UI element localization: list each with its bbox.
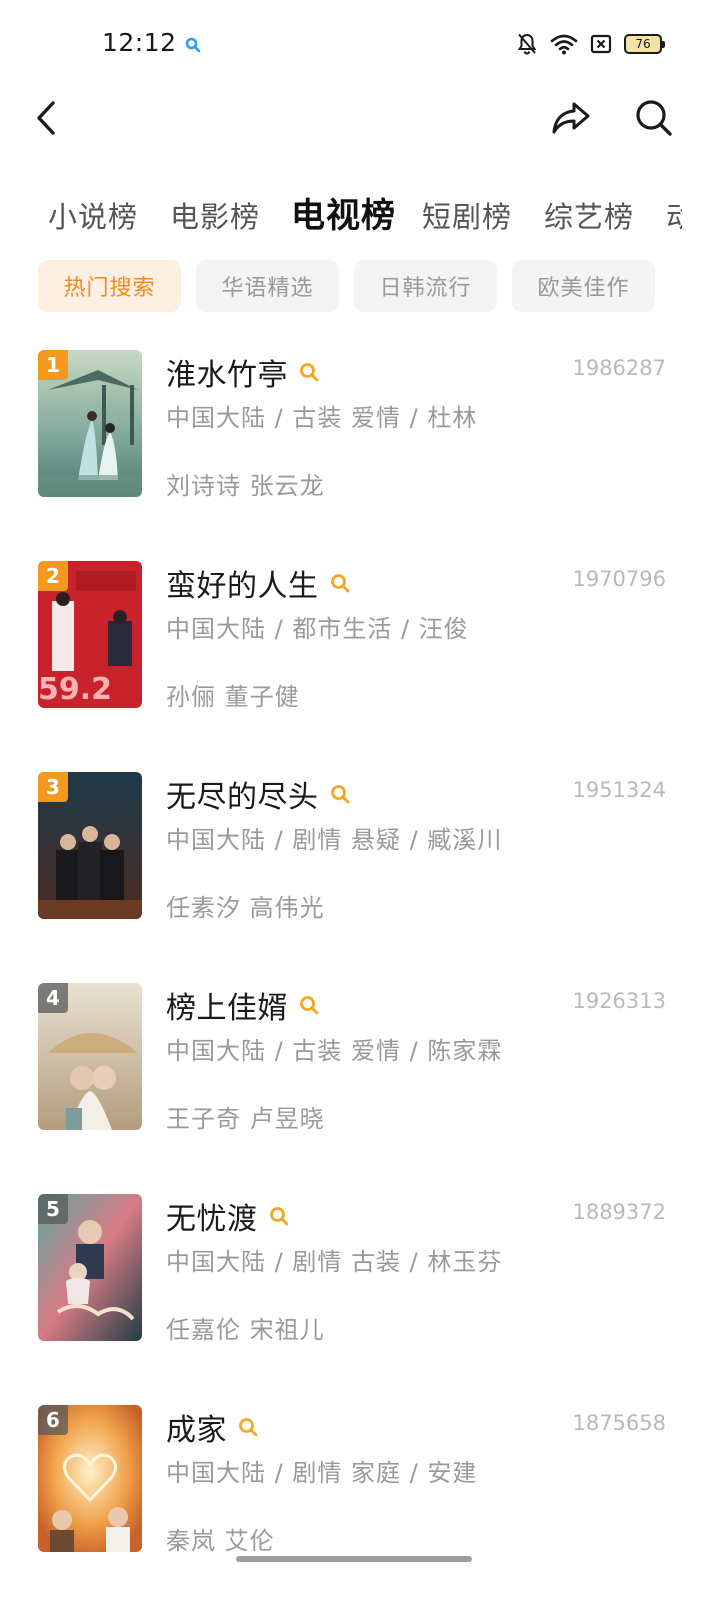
item-title[interactable]: 成家 xyxy=(166,1405,259,1449)
tab-anime[interactable]: 动 xyxy=(666,194,682,236)
item-cast: 王子奇 卢昱晓 xyxy=(166,1105,325,1133)
search-icon[interactable] xyxy=(298,361,320,383)
item-title-text: 榜上佳婿 xyxy=(166,991,288,1026)
item-title[interactable]: 榜上佳婿 xyxy=(166,983,320,1027)
back-button[interactable] xyxy=(26,96,66,140)
chip-hot-search[interactable]: 热门搜索 xyxy=(38,260,181,312)
search-icon xyxy=(185,37,201,53)
ranking-tabs: 小说榜 电影榜 电视榜 短剧榜 综艺榜 动 xyxy=(0,188,682,244)
search-icon xyxy=(636,100,672,136)
battery-level: 76 xyxy=(635,37,651,51)
item-title[interactable]: 无忧渡 xyxy=(166,1194,290,1238)
search-icon[interactable] xyxy=(298,994,320,1016)
heat-score: 1875658 xyxy=(572,1411,666,1435)
battery-icon: 76 xyxy=(624,34,665,54)
poster-image[interactable]: 6 xyxy=(38,1405,142,1552)
rank-badge: 1 xyxy=(38,350,68,380)
back-icon xyxy=(37,101,55,135)
search-icon[interactable] xyxy=(237,1416,259,1438)
search-button[interactable] xyxy=(632,96,676,140)
share-icon xyxy=(552,102,590,134)
item-title-text: 无忧渡 xyxy=(166,1202,258,1237)
status-bar: 12:12 76 xyxy=(0,0,720,88)
wifi-icon xyxy=(550,34,578,55)
status-time: 12:12 xyxy=(102,28,177,57)
tab-variety[interactable]: 综艺榜 xyxy=(544,194,634,236)
list-item[interactable]: 6 成家 1875658 中国大陆 / 剧情 家庭 / 安建 秦岚 艾伦 xyxy=(0,1403,720,1555)
svg-text:59.2: 59.2 xyxy=(38,672,112,707)
heat-score: 1926313 xyxy=(572,989,666,1013)
chip-japan-korea[interactable]: 日韩流行 xyxy=(354,260,497,312)
poster-image[interactable]: 59.2 2 xyxy=(38,561,142,708)
home-indicator[interactable] xyxy=(236,1556,472,1562)
search-icon[interactable] xyxy=(329,572,351,594)
bell-off-icon xyxy=(517,33,537,55)
item-cast: 任素汐 高伟光 xyxy=(166,894,325,922)
chip-chinese[interactable]: 华语精选 xyxy=(196,260,339,312)
tab-movie[interactable]: 电影榜 xyxy=(170,194,260,236)
heat-score: 1986287 xyxy=(572,356,666,380)
share-button[interactable] xyxy=(548,96,594,140)
item-title[interactable]: 蛮好的人生 xyxy=(166,561,351,605)
item-cast: 孙俪 董子健 xyxy=(166,683,300,711)
rank-badge: 5 xyxy=(38,1194,68,1224)
rank-badge: 4 xyxy=(38,983,68,1013)
item-meta: 中国大陆 / 都市生活 / 汪俊 xyxy=(166,615,469,643)
heat-score: 1951324 xyxy=(572,778,666,802)
item-cast: 秦岚 艾伦 xyxy=(166,1527,275,1555)
list-item[interactable]: 5 无忧渡 1889372 中国大陆 / 剧情 古装 / 林玉芬 任嘉伦 宋祖儿 xyxy=(0,1192,720,1344)
item-meta: 中国大陆 / 剧情 家庭 / 安建 xyxy=(166,1459,478,1487)
list-item[interactable]: 1 淮水竹亭 1986287 中国大陆 / 古装 爱情 / 杜林 刘诗诗 张云龙 xyxy=(0,348,720,500)
item-title[interactable]: 无尽的尽头 xyxy=(166,772,351,816)
status-icons: 76 xyxy=(516,30,665,58)
filter-chips: 热门搜索 华语精选 日韩流行 欧美佳作 xyxy=(38,260,655,312)
poster-image[interactable]: 5 xyxy=(38,1194,142,1341)
item-meta: 中国大陆 / 古装 爱情 / 陈家霖 xyxy=(166,1037,503,1065)
poster-image[interactable]: 3 xyxy=(38,772,142,919)
item-title-text: 无尽的尽头 xyxy=(166,780,319,815)
sim-off-icon xyxy=(590,34,612,54)
chip-western[interactable]: 欧美佳作 xyxy=(512,260,655,312)
list-item[interactable]: 3 无尽的尽头 1951324 中国大陆 / 剧情 悬疑 / 臧溪川 任素汐 高… xyxy=(0,770,720,922)
item-meta: 中国大陆 / 剧情 古装 / 林玉芬 xyxy=(166,1248,503,1276)
item-meta: 中国大陆 / 古装 爱情 / 杜林 xyxy=(166,404,478,432)
item-title[interactable]: 淮水竹亭 xyxy=(166,350,320,394)
header xyxy=(0,88,720,148)
poster-image[interactable]: 1 xyxy=(38,350,142,497)
tab-tv[interactable]: 电视榜 xyxy=(291,188,396,237)
heat-score: 1970796 xyxy=(572,567,666,591)
item-title-text: 淮水竹亭 xyxy=(166,358,288,393)
search-icon[interactable] xyxy=(329,783,351,805)
rank-badge: 2 xyxy=(38,561,68,591)
item-cast: 刘诗诗 张云龙 xyxy=(166,472,325,500)
rank-badge: 6 xyxy=(38,1405,68,1435)
list-item[interactable]: 59.2 2 蛮好的人生 1970796 中国大陆 / 都市生活 / 汪俊 孙俪… xyxy=(0,559,720,711)
item-meta: 中国大陆 / 剧情 悬疑 / 臧溪川 xyxy=(166,826,503,854)
heat-score: 1889372 xyxy=(572,1200,666,1224)
item-title-text: 蛮好的人生 xyxy=(166,569,319,604)
item-cast: 任嘉伦 宋祖儿 xyxy=(166,1316,325,1344)
list-item[interactable]: 4 榜上佳婿 1926313 中国大陆 / 古装 爱情 / 陈家霖 王子奇 卢昱… xyxy=(0,981,720,1133)
poster-image[interactable]: 4 xyxy=(38,983,142,1130)
tab-novel[interactable]: 小说榜 xyxy=(48,194,138,236)
search-icon[interactable] xyxy=(268,1205,290,1227)
tab-short-drama[interactable]: 短剧榜 xyxy=(422,194,512,236)
rank-badge: 3 xyxy=(38,772,68,802)
item-title-text: 成家 xyxy=(166,1413,227,1448)
